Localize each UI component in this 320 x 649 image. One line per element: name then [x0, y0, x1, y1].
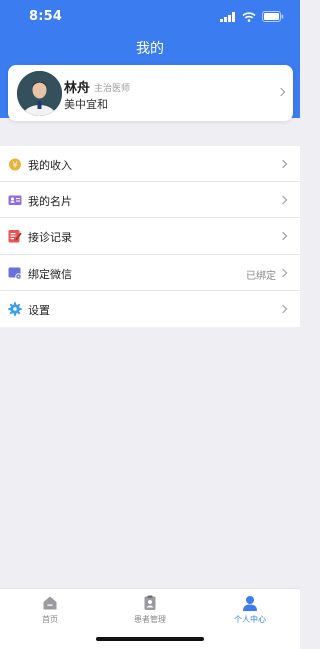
- doctor-name: 林舟: [64, 81, 91, 96]
- settings-gear-icon: [8, 302, 22, 316]
- wechat-bind-status: 已绑定: [246, 270, 276, 282]
- menu-item-consultation-records[interactable]: 接诊记录: [0, 218, 300, 255]
- menu-item-income[interactable]: ¥ 我的收入: [0, 146, 300, 183]
- profile-card[interactable]: 林舟 主治医师 美中宜和: [8, 65, 293, 121]
- doctor-role: 主治医师: [94, 84, 131, 94]
- signal-icon: [220, 11, 235, 22]
- menu-item-label: 设置: [28, 303, 50, 317]
- menu-item-bind-wechat[interactable]: 绑定微信 已绑定: [0, 255, 300, 291]
- home-indicator: [96, 637, 204, 641]
- person-icon: [243, 596, 257, 611]
- page-title: 我的: [136, 41, 164, 57]
- status-icons: [220, 11, 284, 22]
- chevron-right-icon: [278, 195, 288, 205]
- income-coin-icon: ¥: [9, 158, 21, 171]
- status-bar: 8:54: [0, 0, 300, 34]
- wifi-icon: [242, 11, 256, 22]
- menu-item-label: 绑定微信: [28, 267, 72, 281]
- business-card-icon: [8, 195, 22, 206]
- tab-patient-management[interactable]: 患者管理: [120, 595, 180, 625]
- tab-label: 患者管理: [134, 615, 166, 624]
- menu-list: ¥ 我的收入 我的名片 接诊记录 绑定微信 已绑定 设置: [0, 146, 300, 327]
- svg-text:¥: ¥: [12, 161, 17, 170]
- menu-item-label: 我的名片: [28, 195, 72, 209]
- tab-personal-center[interactable]: 个人中心: [220, 595, 280, 625]
- avatar: [17, 71, 62, 116]
- chevron-right-icon: [278, 232, 288, 241]
- bind-wechat-icon: [8, 267, 22, 280]
- menu-item-settings[interactable]: 设置: [0, 291, 300, 327]
- menu-item-label: 我的收入: [28, 159, 72, 172]
- tab-label: 首页: [42, 615, 58, 624]
- menu-item-label: 接诊记录: [28, 231, 72, 245]
- chevron-right-icon: [278, 159, 288, 169]
- consultation-record-icon: [8, 230, 22, 243]
- home-icon: [43, 596, 57, 610]
- battery-icon: [262, 11, 284, 22]
- tab-label: 个人中心: [234, 615, 266, 624]
- patient-management-icon: [144, 595, 156, 610]
- menu-item-business-card[interactable]: 我的名片: [0, 182, 300, 219]
- status-time: 8:54: [29, 9, 63, 24]
- chevron-right-icon: [278, 304, 288, 313]
- doctor-organization: 美中宜和: [64, 98, 108, 111]
- tab-home[interactable]: 首页: [20, 595, 80, 625]
- chevron-right-icon: [276, 87, 286, 97]
- chevron-right-icon: [278, 268, 288, 277]
